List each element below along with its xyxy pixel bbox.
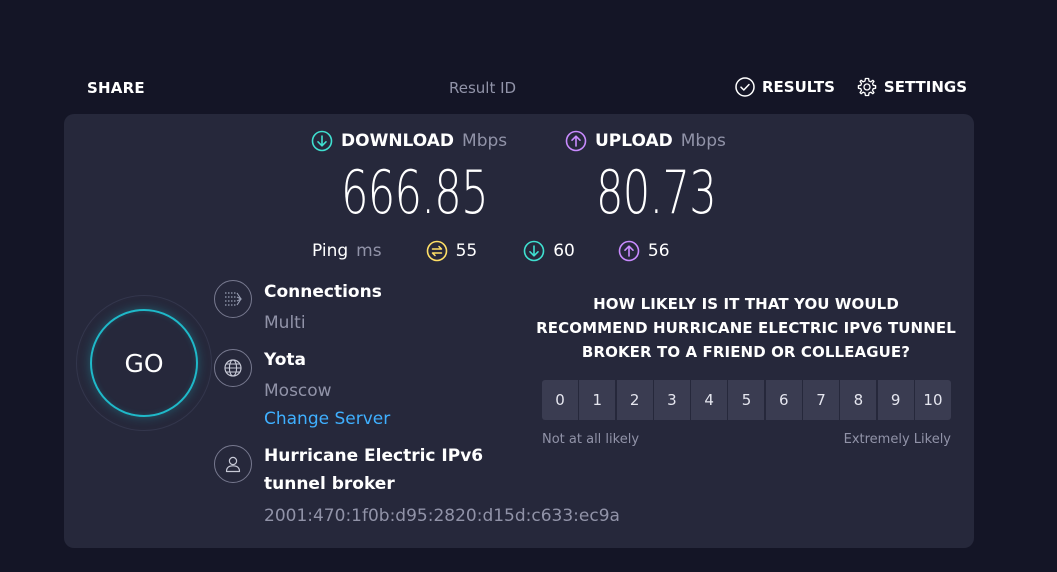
settings-label: SETTINGS [883, 78, 967, 96]
globe-icon [214, 349, 252, 387]
survey-high-label: Extremely Likely [843, 432, 951, 447]
results-panel: DOWNLOAD Mbps 666.85 UPLOAD Mbps 80.73 P… [64, 114, 974, 548]
download-latency-icon [523, 240, 545, 262]
header-actions: RESULTS SETTINGS [735, 77, 967, 97]
survey-score-button[interactable]: 8 [840, 380, 877, 420]
upload-unit: Mbps [680, 131, 726, 151]
ping-unit: ms [356, 241, 382, 261]
server-location: Moscow [264, 381, 332, 401]
speedtest-page: SHARE Result ID RESULTS SETTINGS DOWNLOA… [0, 0, 1057, 572]
server-name: Yota [264, 350, 307, 370]
ping-idle-value: 55 [455, 241, 478, 261]
provider-name-line1: Hurricane Electric IPv6 [264, 446, 484, 466]
upload-label: UPLOAD [595, 131, 673, 151]
survey-scale: 0 1 2 3 4 5 6 7 8 9 10 [542, 380, 951, 420]
ping-upload: 56 [618, 240, 670, 262]
survey-score-button[interactable]: 0 [542, 380, 578, 420]
download-metric: DOWNLOAD Mbps 666.85 [311, 130, 507, 228]
ping-download: 60 [523, 240, 575, 262]
settings-button[interactable]: SETTINGS [857, 77, 967, 97]
download-header: DOWNLOAD Mbps [311, 130, 507, 152]
download-label: DOWNLOAD [341, 131, 455, 151]
ping-idle: 55 [426, 240, 478, 262]
download-value: 666.85 [341, 158, 489, 228]
survey-score-button[interactable]: 3 [653, 380, 690, 420]
ping-label: Ping [312, 241, 349, 261]
survey-score-button[interactable]: 2 [616, 380, 653, 420]
upload-metric: UPLOAD Mbps 80.73 [565, 130, 726, 228]
results-label: RESULTS [762, 78, 835, 96]
connections-icon [214, 280, 252, 318]
connections-title: Connections [264, 282, 382, 302]
result-id-label: Result ID [449, 79, 517, 97]
connections-value[interactable]: Multi [264, 313, 306, 333]
upload-latency-icon [618, 240, 640, 262]
survey-score-button[interactable]: 10 [914, 380, 951, 420]
survey-score-button[interactable]: 1 [579, 380, 616, 420]
upload-header: UPLOAD Mbps [565, 130, 726, 152]
survey-score-button[interactable]: 6 [765, 380, 802, 420]
upload-arrow-icon [565, 130, 587, 152]
survey-low-label: Not at all likely [542, 432, 640, 447]
survey-score-button[interactable]: 5 [728, 380, 765, 420]
upload-value: 80.73 [596, 158, 717, 228]
download-arrow-icon [311, 130, 333, 152]
ping-upload-value: 56 [647, 241, 670, 261]
ping-row: Ping ms 55 60 56 [312, 240, 670, 262]
survey-score-button[interactable]: 7 [803, 380, 840, 420]
provider-ip: 2001:470:1f0b:d95:2820:d15d:c633:ec9a [264, 506, 620, 526]
idle-latency-icon [426, 240, 447, 262]
go-button[interactable]: GO [90, 309, 198, 417]
gear-icon [857, 77, 877, 97]
change-server-link[interactable]: Change Server [264, 409, 390, 429]
survey-score-button[interactable]: 9 [877, 380, 914, 420]
check-circle-icon [735, 77, 755, 97]
survey-question: HOW LIKELY IS IT THAT YOU WOULD RECOMMEN… [536, 295, 956, 361]
survey-score-button[interactable]: 4 [691, 380, 728, 420]
share-button[interactable]: SHARE [87, 79, 145, 97]
user-icon [214, 445, 252, 483]
ping-download-value: 60 [553, 241, 575, 261]
results-button[interactable]: RESULTS [735, 77, 835, 97]
download-unit: Mbps [462, 131, 508, 151]
provider-name-line2: tunnel broker [264, 474, 395, 494]
